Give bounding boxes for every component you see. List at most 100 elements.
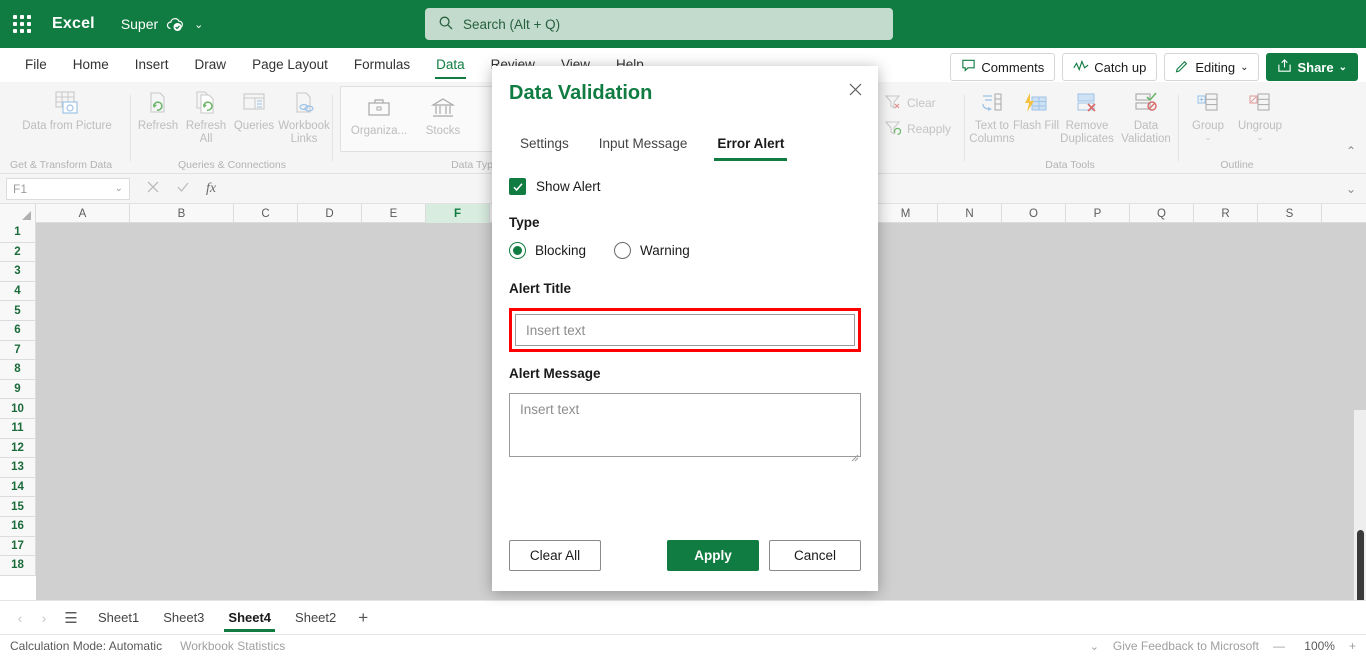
chevron-left-icon[interactable]: ‹: [8, 610, 32, 626]
document-menu-chevron-down-icon[interactable]: ⌄: [194, 18, 203, 31]
reapply-filter-button[interactable]: Reapply: [884, 116, 951, 142]
group-button[interactable]: Group ⌄: [1182, 86, 1234, 142]
flash-fill-button[interactable]: Flash Fill: [1013, 86, 1059, 133]
share-button[interactable]: Share ⌄: [1266, 53, 1358, 81]
chevron-down-icon[interactable]: ⌄: [115, 183, 123, 194]
row-header-2[interactable]: 2: [0, 242, 36, 263]
column-header-F[interactable]: F: [426, 204, 490, 223]
row-header-14[interactable]: 14: [0, 477, 36, 498]
column-header-M[interactable]: M: [874, 204, 938, 223]
dialog-tab-settings[interactable]: Settings: [509, 128, 580, 161]
row-header-9[interactable]: 9: [0, 379, 36, 400]
ribbon-tab-insert[interactable]: Insert: [122, 51, 182, 79]
row-header-15[interactable]: 15: [0, 497, 36, 517]
row-header-7[interactable]: 7: [0, 340, 36, 361]
row-header-11[interactable]: 11: [0, 418, 36, 439]
row-header-6[interactable]: 6: [0, 320, 36, 341]
dialog-tab-error-alert[interactable]: Error Alert: [706, 128, 795, 161]
ribbon-tab-page-layout[interactable]: Page Layout: [239, 51, 341, 79]
sheet-tab-sheet3[interactable]: Sheet3: [151, 604, 216, 632]
give-feedback-label[interactable]: Give Feedback to Microsoft: [1113, 639, 1259, 653]
column-header-C[interactable]: C: [234, 204, 298, 223]
data-from-picture-button[interactable]: Data from Picture: [19, 86, 115, 133]
cancel-button[interactable]: Cancel: [769, 540, 861, 571]
row-header-4[interactable]: 4: [0, 281, 36, 302]
cancel-x-icon[interactable]: [146, 180, 160, 197]
row-header-13[interactable]: 13: [0, 458, 36, 478]
column-header-N[interactable]: N: [938, 204, 1002, 223]
refresh-button[interactable]: Refresh: [134, 86, 182, 133]
column-header-P[interactable]: P: [1066, 204, 1130, 223]
sheet-tab-sheet2[interactable]: Sheet2: [283, 604, 348, 632]
chevron-down-icon[interactable]: ⌄: [1204, 133, 1212, 142]
collapse-ribbon-chevron-up-icon[interactable]: ⌃: [1346, 144, 1356, 158]
zoom-in-button[interactable]: +: [1349, 639, 1356, 653]
row-header-18[interactable]: 18: [0, 556, 36, 576]
column-header-E[interactable]: E: [362, 204, 426, 223]
clear-filter-button[interactable]: Clear: [884, 90, 936, 116]
sheet-tab-sheet4[interactable]: Sheet4: [216, 604, 283, 632]
workbook-links-button[interactable]: Workbook Links: [278, 86, 330, 146]
select-all-corner[interactable]: [0, 204, 36, 223]
stocks-data-type-button[interactable]: Stocks: [413, 91, 473, 138]
show-alert-checkbox[interactable]: Show Alert: [509, 178, 861, 195]
radio-warning[interactable]: Warning: [614, 242, 690, 259]
row-header-5[interactable]: 5: [0, 301, 36, 321]
row-header-3[interactable]: 3: [0, 262, 36, 282]
column-header-D[interactable]: D: [298, 204, 362, 223]
radio-blocking[interactable]: Blocking: [509, 242, 586, 259]
ungroup-button[interactable]: Ungroup ⌄: [1234, 86, 1286, 142]
ribbon-tab-draw[interactable]: Draw: [182, 51, 240, 79]
editing-mode-button[interactable]: Editing ⌄: [1164, 53, 1260, 81]
ribbon-tab-file[interactable]: File: [12, 51, 60, 79]
comments-button[interactable]: Comments: [950, 53, 1056, 81]
chevron-down-icon[interactable]: ⌄: [1256, 133, 1264, 142]
add-sheet-button[interactable]: +: [348, 608, 378, 628]
data-validation-button[interactable]: Data Validation: [1118, 86, 1174, 146]
expand-formula-bar-chevron-down-icon[interactable]: ⌄: [1346, 182, 1360, 196]
column-header-S[interactable]: S: [1258, 204, 1322, 223]
column-header-B[interactable]: B: [130, 204, 234, 223]
refresh-all-button[interactable]: Refresh All: [182, 86, 230, 146]
apply-button[interactable]: Apply: [667, 540, 759, 571]
dialog-tab-input-message[interactable]: Input Message: [588, 128, 699, 161]
cloud-saved-icon[interactable]: [166, 16, 184, 32]
row-header-12[interactable]: 12: [0, 438, 36, 459]
fx-icon[interactable]: fx: [206, 181, 216, 197]
catch-up-button[interactable]: Catch up: [1062, 53, 1158, 81]
queries-button[interactable]: Queries: [230, 86, 278, 133]
app-launcher-icon[interactable]: [0, 15, 44, 33]
organization-data-type-button[interactable]: Organiza...: [345, 91, 413, 138]
alert-message-textarea[interactable]: [509, 393, 861, 457]
close-icon[interactable]: [842, 76, 868, 102]
confirm-check-icon[interactable]: [176, 180, 190, 197]
row-header-17[interactable]: 17: [0, 536, 36, 557]
ribbon-tab-home[interactable]: Home: [60, 51, 122, 79]
ribbon-tab-data[interactable]: Data: [423, 51, 478, 79]
ribbon-tab-formulas[interactable]: Formulas: [341, 51, 423, 79]
alert-title-input[interactable]: [515, 314, 855, 346]
sheet-tab-sheet1[interactable]: Sheet1: [86, 604, 151, 632]
row-header-1[interactable]: 1: [0, 223, 36, 243]
column-header-R[interactable]: R: [1194, 204, 1258, 223]
share-label: Share: [1297, 59, 1334, 75]
calculation-mode-label[interactable]: Calculation Mode: Automatic: [10, 639, 162, 653]
remove-duplicates-button[interactable]: Remove Duplicates: [1056, 86, 1118, 146]
clear-all-button[interactable]: Clear All: [509, 540, 601, 571]
status-options-chevron-down-icon[interactable]: ⌄: [1090, 640, 1099, 653]
row-header-10[interactable]: 10: [0, 399, 36, 419]
column-header-O[interactable]: O: [1002, 204, 1066, 223]
row-header-8[interactable]: 8: [0, 360, 36, 380]
search-input[interactable]: [425, 8, 893, 40]
all-sheets-icon[interactable]: ☰: [56, 609, 86, 627]
row-header-16[interactable]: 16: [0, 516, 36, 537]
document-name[interactable]: Super: [121, 16, 158, 32]
column-header-Q[interactable]: Q: [1130, 204, 1194, 223]
text-to-columns-button[interactable]: Text to Columns: [968, 86, 1016, 146]
workbook-statistics-label[interactable]: Workbook Statistics: [180, 639, 285, 653]
chevron-right-icon[interactable]: ›: [32, 610, 56, 626]
name-box[interactable]: F1 ⌄: [6, 177, 130, 200]
column-header-A[interactable]: A: [36, 204, 130, 223]
zoom-level-label[interactable]: 100%: [1299, 639, 1335, 653]
zoom-out-button[interactable]: —: [1273, 639, 1285, 653]
